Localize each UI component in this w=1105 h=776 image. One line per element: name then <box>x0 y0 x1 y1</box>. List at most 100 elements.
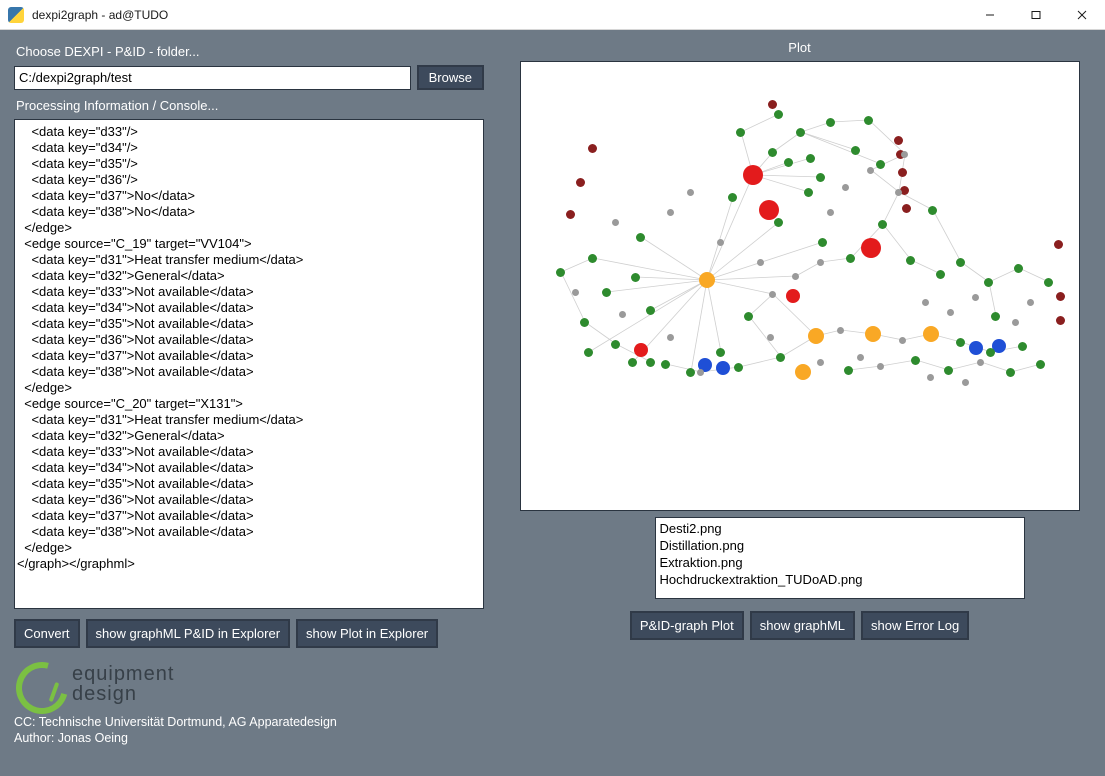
graph-node <box>991 312 1000 321</box>
graph-node <box>792 273 799 280</box>
graph-node <box>906 256 915 265</box>
graph-node <box>867 167 874 174</box>
graph-node <box>842 184 849 191</box>
graph-node <box>895 189 902 196</box>
graph-node <box>804 188 813 197</box>
graph-node <box>774 110 783 119</box>
graph-node <box>837 327 844 334</box>
app-body: Choose DEXPI - P&ID - folder... Browse P… <box>0 30 1105 776</box>
graph-node <box>1056 292 1065 301</box>
show-plot-explorer-button[interactable]: show Plot in Explorer <box>296 619 438 648</box>
graph-node <box>818 238 827 247</box>
graph-node <box>743 165 763 185</box>
window-title: dexpi2graph - ad@TUDO <box>32 8 168 22</box>
graph-node <box>928 206 937 215</box>
graph-node <box>984 278 993 287</box>
graph-node <box>927 374 934 381</box>
graph-node <box>1044 278 1053 287</box>
graph-node <box>861 238 881 258</box>
graph-node <box>947 309 954 316</box>
graph-node <box>602 288 611 297</box>
graph-node <box>667 334 674 341</box>
graph-node <box>944 366 953 375</box>
graph-node <box>1006 368 1015 377</box>
graph-node <box>986 348 995 357</box>
graph-node <box>687 189 694 196</box>
graph-node <box>816 173 825 182</box>
graph-node <box>898 168 907 177</box>
close-button[interactable] <box>1059 0 1105 30</box>
graph-node <box>806 154 815 163</box>
graph-node <box>1027 299 1034 306</box>
graph-node <box>646 358 655 367</box>
plot-canvas <box>520 61 1080 511</box>
graph-node <box>576 178 585 187</box>
graph-node <box>977 359 984 366</box>
graph-node <box>901 151 908 158</box>
left-panel: Choose DEXPI - P&ID - folder... Browse P… <box>14 40 484 768</box>
graph-node <box>580 318 589 327</box>
file-item[interactable]: Extraktion.png <box>660 554 1020 571</box>
graph-node <box>716 348 725 357</box>
graph-node <box>612 219 619 226</box>
file-item[interactable]: Distillation.png <box>660 537 1020 554</box>
graph-node <box>686 368 695 377</box>
graph-node <box>774 218 783 227</box>
graph-node <box>628 358 637 367</box>
graph-node <box>631 273 640 282</box>
graph-node <box>1014 264 1023 273</box>
minimize-button[interactable] <box>967 0 1013 30</box>
show-graphml-explorer-button[interactable]: show graphML P&ID in Explorer <box>86 619 291 648</box>
console-output[interactable]: <data key="d33"/> <data key="d34"/> <dat… <box>14 119 484 609</box>
graph-node <box>826 118 835 127</box>
graph-node <box>566 210 575 219</box>
graph-node <box>962 379 969 386</box>
graph-node <box>1012 319 1019 326</box>
graph-node <box>584 348 593 357</box>
graph-node <box>817 259 824 266</box>
graph-node <box>956 338 965 347</box>
graph-node <box>717 239 724 246</box>
graph-node <box>956 258 965 267</box>
graph-node <box>922 299 929 306</box>
graph-node <box>972 294 979 301</box>
graph-node <box>784 158 793 167</box>
graph-node <box>699 272 715 288</box>
show-graphml-button[interactable]: show graphML <box>750 611 855 640</box>
right-panel: Plot Desti2.pngDistillation.pngExtraktio… <box>508 40 1091 768</box>
convert-button[interactable]: Convert <box>14 619 80 648</box>
graph-node <box>911 356 920 365</box>
folder-path-input[interactable] <box>14 66 411 90</box>
graph-node <box>776 353 785 362</box>
graph-node <box>759 200 779 220</box>
file-list[interactable]: Desti2.pngDistillation.pngExtraktion.png… <box>655 517 1025 599</box>
choose-folder-label: Choose DEXPI - P&ID - folder... <box>16 44 484 59</box>
graph-node <box>786 289 800 303</box>
file-item[interactable]: Hochdruckextraktion_TUDoAD.png <box>660 571 1020 588</box>
graph-node <box>923 326 939 342</box>
logo-text: equipment design <box>72 664 174 704</box>
pid-graph-plot-button[interactable]: P&ID-graph Plot <box>630 611 744 640</box>
graph-node <box>1036 360 1045 369</box>
graph-node <box>736 128 745 137</box>
graph-node <box>902 204 911 213</box>
graph-node <box>1054 240 1063 249</box>
file-item[interactable]: Desti2.png <box>660 520 1020 537</box>
graph-node <box>796 128 805 137</box>
graph-node <box>611 340 620 349</box>
graph-node <box>969 341 983 355</box>
maximize-button[interactable] <box>1013 0 1059 30</box>
logo-icon <box>14 660 62 708</box>
graph-node <box>894 136 903 145</box>
credits: CC: Technische Universität Dortmund, AG … <box>14 714 484 746</box>
graph-node <box>734 363 743 372</box>
graph-node <box>865 326 881 342</box>
show-error-log-button[interactable]: show Error Log <box>861 611 969 640</box>
graph-node <box>716 361 730 375</box>
console-label: Processing Information / Console... <box>16 98 484 113</box>
browse-button[interactable]: Browse <box>417 65 484 90</box>
graph-node <box>619 311 626 318</box>
graph-node <box>588 144 597 153</box>
graph-node <box>728 193 737 202</box>
graph-node <box>636 233 645 242</box>
